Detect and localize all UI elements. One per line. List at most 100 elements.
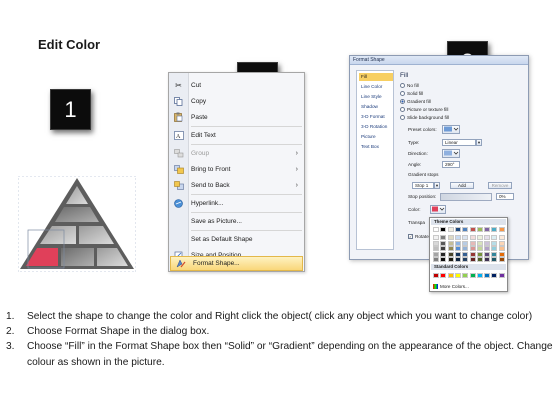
stop-position-slider[interactable] xyxy=(440,193,492,201)
menu-item-group[interactable]: Group › xyxy=(169,145,304,161)
menu-item-bring-to-front[interactable]: Bring to Front › xyxy=(169,161,304,177)
category-line-color[interactable]: Line Color xyxy=(359,83,393,91)
rotate-with-shape-checkbox[interactable]: ✓ Rotate xyxy=(408,234,429,240)
category-3d-format[interactable]: 3-D Format xyxy=(359,113,393,121)
theme-color-swatch[interactable] xyxy=(454,227,461,232)
menu-item-save-as-picture[interactable]: Save as Picture... xyxy=(169,213,304,229)
theme-shade-swatch[interactable] xyxy=(476,251,483,257)
theme-shade-swatch[interactable] xyxy=(476,257,483,263)
pyramid-tile[interactable] xyxy=(61,248,94,266)
theme-shade-swatch[interactable] xyxy=(484,257,491,263)
standard-color-swatch[interactable] xyxy=(462,273,469,278)
theme-shade-swatch[interactable] xyxy=(462,240,469,246)
theme-shade-swatch[interactable] xyxy=(484,235,491,240)
menu-item-edit-text[interactable]: A Edit Text xyxy=(169,127,304,143)
category-fill[interactable]: Fill xyxy=(359,73,393,81)
menu-item-cut[interactable]: ✂ Cut xyxy=(169,77,304,93)
theme-shade-swatch[interactable] xyxy=(484,251,491,257)
theme-color-swatch[interactable] xyxy=(491,227,498,232)
theme-shade-swatch[interactable] xyxy=(491,235,498,240)
category-text-box[interactable]: Text Box xyxy=(359,143,393,151)
preset-colors-dropdown[interactable] xyxy=(442,125,460,134)
theme-color-swatch[interactable] xyxy=(462,227,469,232)
theme-shade-swatch[interactable] xyxy=(440,257,447,263)
theme-shade-swatch[interactable] xyxy=(462,246,469,252)
theme-shade-swatch[interactable] xyxy=(447,251,454,257)
color-dropdown[interactable] xyxy=(430,205,446,214)
fill-option-no-fill[interactable]: No fill xyxy=(400,83,419,89)
theme-shade-swatch[interactable] xyxy=(498,251,505,257)
theme-shade-swatch[interactable] xyxy=(440,240,447,246)
theme-shade-swatch[interactable] xyxy=(440,251,447,257)
theme-shade-swatch[interactable] xyxy=(433,251,439,257)
standard-color-swatch[interactable] xyxy=(454,273,461,278)
theme-shade-swatch[interactable] xyxy=(440,246,447,252)
stop-select[interactable]: Stop 1 xyxy=(412,182,434,189)
checkbox-checked-icon[interactable]: ✓ xyxy=(408,234,413,240)
theme-shade-swatch[interactable] xyxy=(476,235,483,240)
menu-item-set-default-shape[interactable]: Set as Default Shape xyxy=(169,231,304,247)
theme-shade-swatch[interactable] xyxy=(447,235,454,240)
theme-shade-swatch[interactable] xyxy=(491,257,498,263)
theme-shade-swatch[interactable] xyxy=(469,246,476,252)
theme-shade-swatch[interactable] xyxy=(469,251,476,257)
theme-shade-swatch[interactable] xyxy=(433,257,439,263)
pyramid-shape[interactable] xyxy=(18,176,136,272)
category-shadow[interactable]: Shadow xyxy=(359,103,393,111)
direction-dropdown[interactable] xyxy=(442,149,460,158)
radio-button-selected[interactable] xyxy=(400,99,405,105)
radio-button[interactable] xyxy=(400,115,405,121)
remove-stop-button[interactable]: Remove xyxy=(488,182,512,189)
theme-shade-swatch[interactable] xyxy=(454,240,461,246)
theme-shade-swatch[interactable] xyxy=(491,251,498,257)
standard-color-swatch[interactable] xyxy=(498,273,505,278)
theme-shade-swatch[interactable] xyxy=(454,257,461,263)
theme-shade-swatch[interactable] xyxy=(498,240,505,246)
fill-option-gradient[interactable]: Gradient fill xyxy=(400,99,431,105)
standard-color-swatch[interactable] xyxy=(491,273,498,278)
theme-shade-swatch[interactable] xyxy=(447,240,454,246)
standard-color-swatch[interactable] xyxy=(440,273,447,278)
category-line-style[interactable]: Line Style xyxy=(359,93,393,101)
standard-color-swatch[interactable] xyxy=(484,273,491,278)
theme-color-swatch[interactable] xyxy=(469,227,476,232)
radio-button[interactable] xyxy=(400,91,405,97)
theme-shade-swatch[interactable] xyxy=(447,246,454,252)
theme-shade-swatch[interactable] xyxy=(491,240,498,246)
radio-button[interactable] xyxy=(400,107,405,113)
chevron-down-icon[interactable]: ▾ xyxy=(476,139,482,146)
theme-shade-swatch[interactable] xyxy=(433,246,439,252)
theme-shade-swatch[interactable] xyxy=(498,235,505,240)
theme-color-swatch[interactable] xyxy=(433,227,439,232)
theme-shade-swatch[interactable] xyxy=(462,235,469,240)
theme-shade-swatch[interactable] xyxy=(498,246,505,252)
stop-position-input[interactable]: 0% xyxy=(496,193,514,200)
theme-color-swatch[interactable] xyxy=(498,227,505,232)
menu-item-paste[interactable]: Paste xyxy=(169,109,304,125)
theme-color-swatch[interactable] xyxy=(476,227,483,232)
radio-button[interactable] xyxy=(400,83,405,89)
theme-shade-swatch[interactable] xyxy=(462,251,469,257)
theme-shade-swatch[interactable] xyxy=(454,251,461,257)
standard-color-swatch[interactable] xyxy=(476,273,483,278)
menu-item-copy[interactable]: Copy xyxy=(169,93,304,109)
theme-shade-swatch[interactable] xyxy=(433,235,439,240)
theme-shade-swatch[interactable] xyxy=(433,240,439,246)
menu-item-hyperlink[interactable]: Hyperlink... xyxy=(169,195,304,211)
standard-color-swatch[interactable] xyxy=(447,273,454,278)
fill-option-picture[interactable]: Picture or texture fill xyxy=(400,107,448,113)
fill-option-solid[interactable]: Solid fill xyxy=(400,91,423,97)
theme-color-swatch[interactable] xyxy=(484,227,491,232)
theme-shade-swatch[interactable] xyxy=(498,257,505,263)
fill-option-slide-bg[interactable]: Slide background fill xyxy=(400,115,449,121)
theme-color-swatch[interactable] xyxy=(440,227,447,232)
theme-shade-swatch[interactable] xyxy=(491,246,498,252)
theme-shade-swatch[interactable] xyxy=(476,240,483,246)
theme-shade-swatch[interactable] xyxy=(440,235,447,240)
theme-shade-swatch[interactable] xyxy=(484,246,491,252)
chevron-down-icon[interactable]: ▾ xyxy=(434,182,440,189)
category-picture[interactable]: Picture xyxy=(359,133,393,141)
category-3d-rotation[interactable]: 3-D Rotation xyxy=(359,123,393,131)
theme-shade-swatch[interactable] xyxy=(469,240,476,246)
standard-color-swatch[interactable] xyxy=(469,273,476,278)
